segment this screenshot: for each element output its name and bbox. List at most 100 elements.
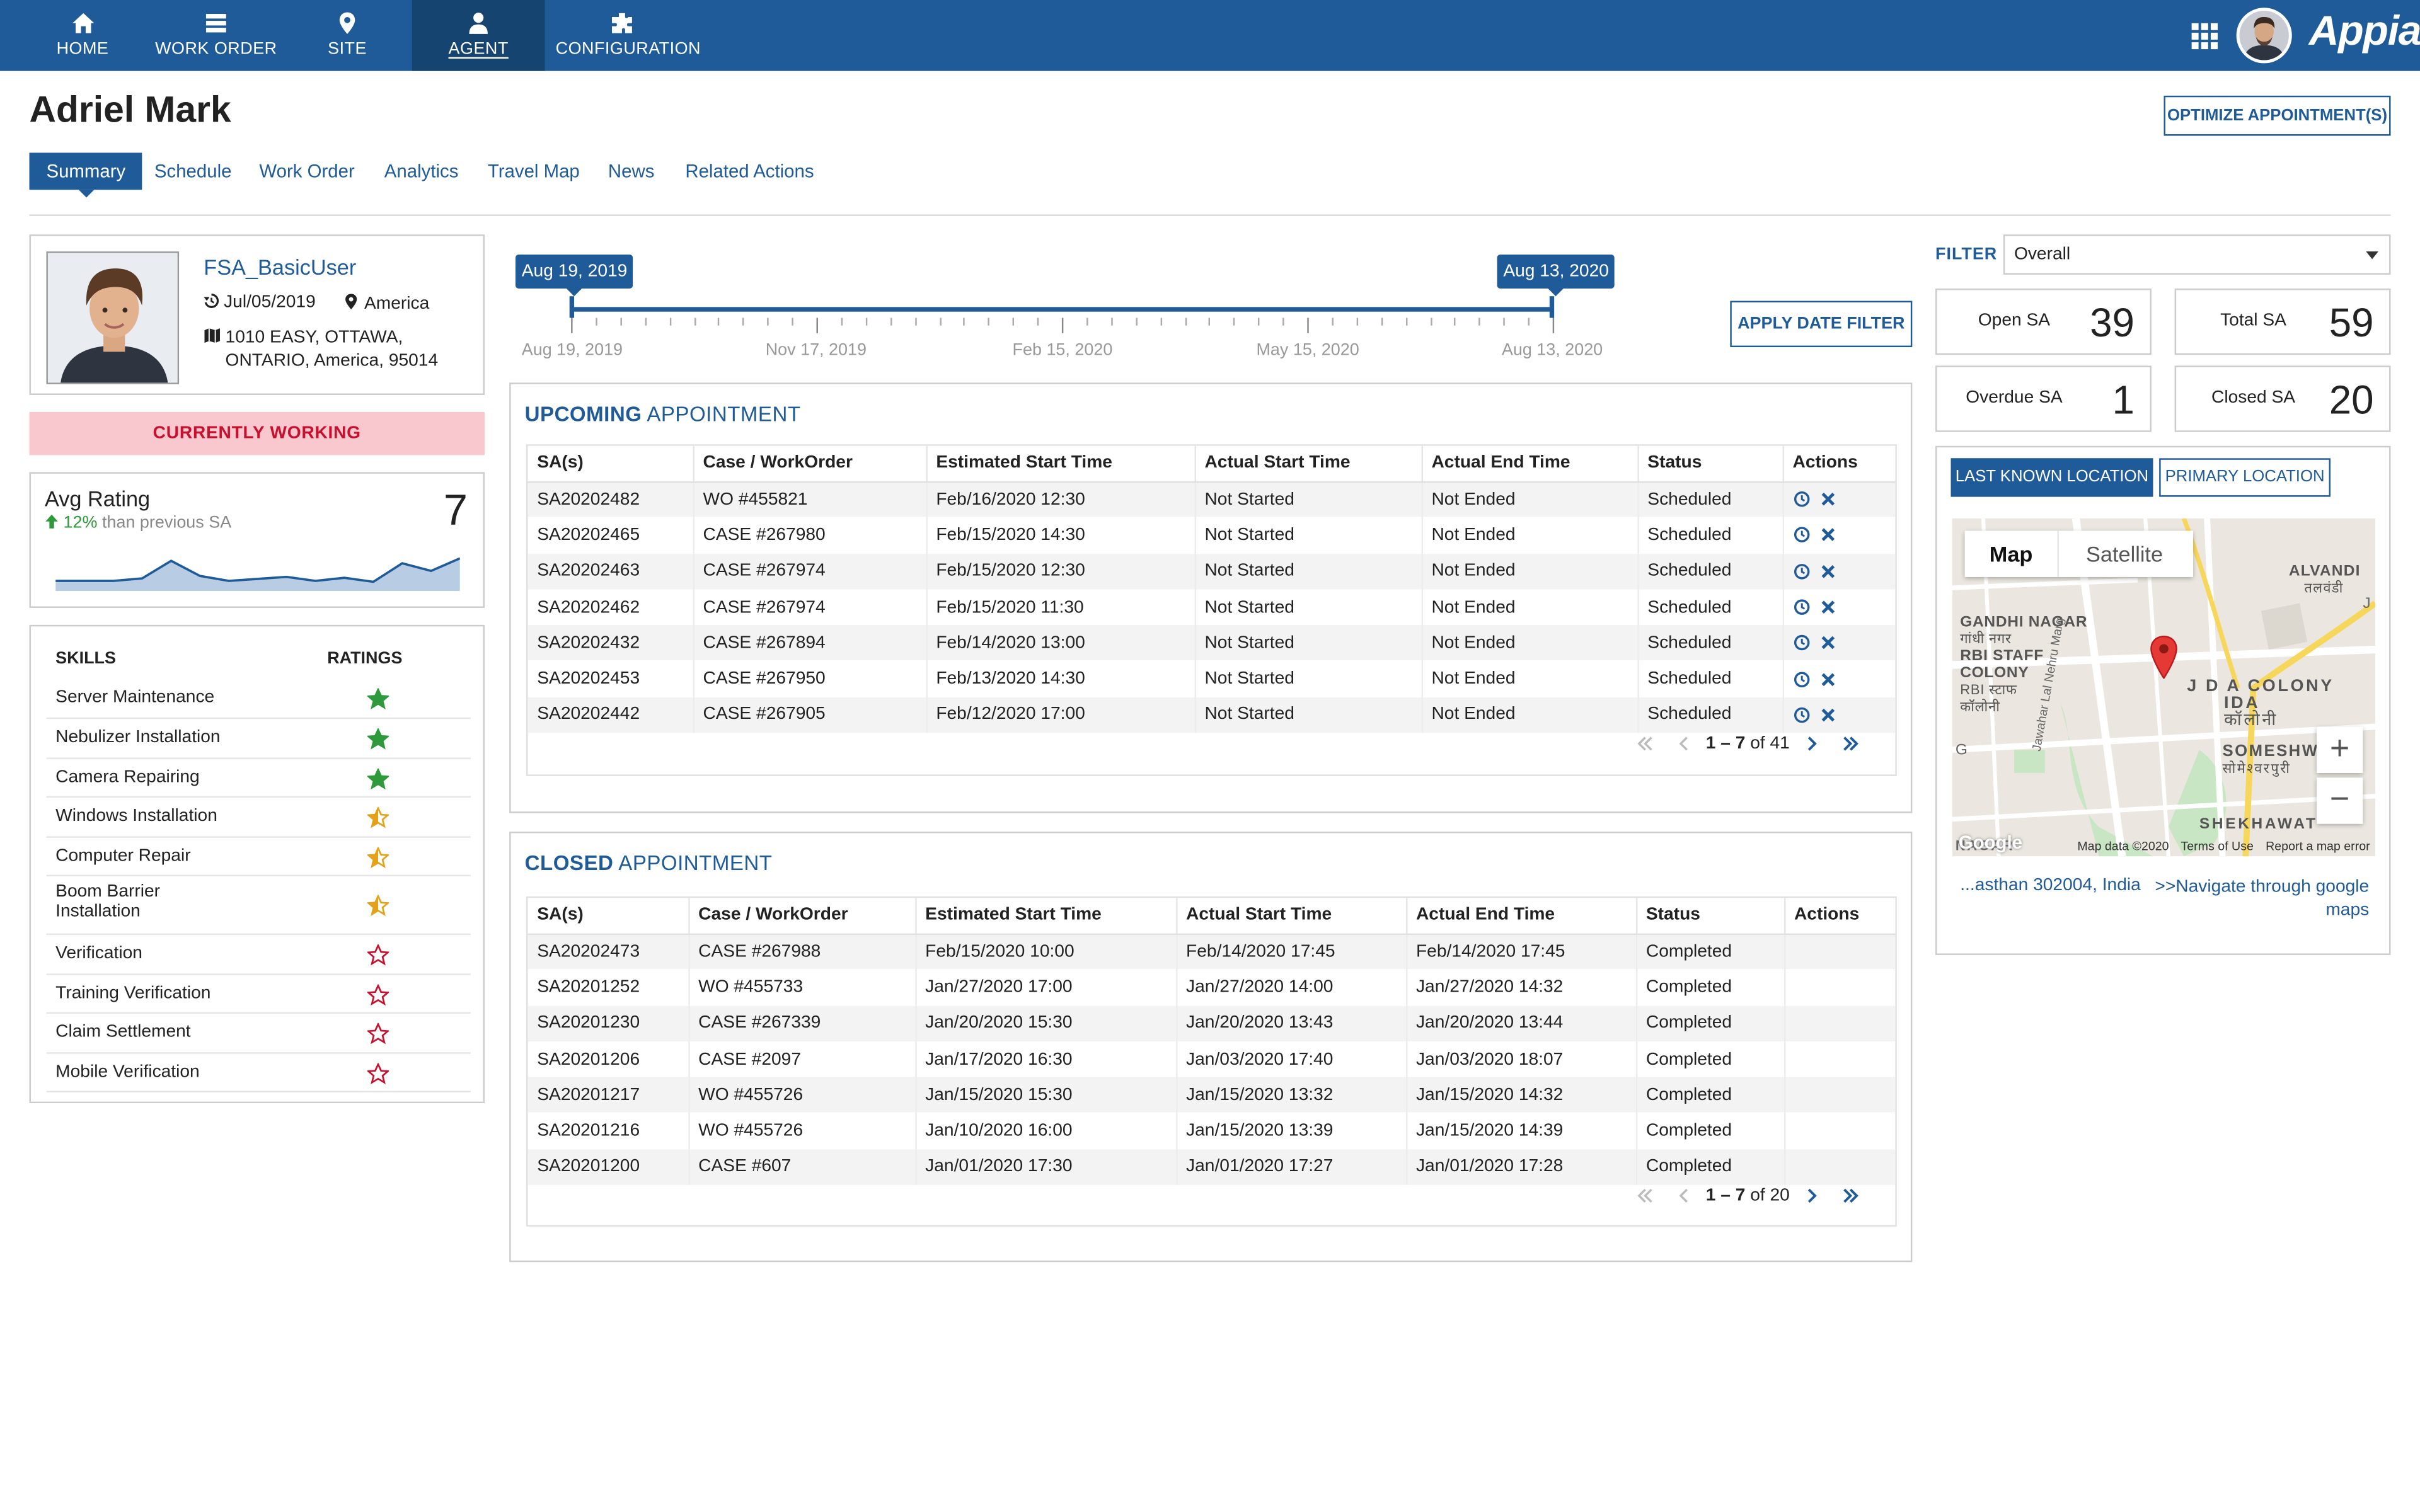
timeline-end-handle[interactable]	[1549, 296, 1555, 318]
map-report-link[interactable]: Report a map error	[2266, 839, 2370, 853]
next-page-icon[interactable]	[1802, 1186, 1821, 1205]
avg-rating-card: Avg Rating 12% than previous SA 7	[29, 472, 485, 608]
reschedule-icon[interactable]	[1793, 706, 1810, 723]
location-address-link[interactable]: ...asthan 302004, India	[1960, 876, 2141, 895]
reschedule-icon[interactable]	[1793, 563, 1810, 580]
profile-username-link[interactable]: FSA_BasicUser	[204, 255, 356, 279]
nav-site[interactable]: SITE	[309, 0, 386, 71]
table-cell: Not Ended	[1421, 697, 1639, 733]
table-row[interactable]: SA20201206 CASE #2097 Jan/17/2020 16:30 Jan…	[527, 1041, 1896, 1077]
zoom-out-button[interactable]: −	[2316, 777, 2363, 824]
optimize-appointments-button[interactable]: OPTIMIZE APPOINTMENT(S)	[2164, 95, 2391, 136]
table-row[interactable]: SA20202453 CASE #267950 Feb/13/2020 14:30 N…	[527, 661, 1896, 697]
reschedule-icon[interactable]	[1793, 491, 1810, 508]
zoom-in-button[interactable]: +	[2316, 726, 2363, 773]
next-page-icon[interactable]	[1802, 735, 1821, 753]
timeline-label-3: Feb 15, 2020	[1012, 341, 1113, 360]
filter-label: FILTER	[1935, 245, 1998, 264]
apps-grid-icon[interactable]	[2191, 23, 2218, 50]
filter-select[interactable]: Overall	[2003, 234, 2391, 275]
table-row[interactable]: SA20202465 CASE #267980 Feb/15/2020 14:30 N…	[527, 517, 1896, 554]
cancel-icon[interactable]	[1819, 491, 1836, 508]
table-cell: Not Ended	[1421, 661, 1639, 697]
cancel-icon[interactable]	[1819, 706, 1836, 723]
table-row[interactable]: SA20202463 CASE #267974 Feb/15/2020 12:30 N…	[527, 553, 1896, 590]
tab-travel-map[interactable]: Travel Map	[488, 152, 580, 190]
column-header: Actual End Time	[1421, 445, 1639, 483]
table-row[interactable]: SA20202432 CASE #267894 Feb/14/2020 13:00 N…	[527, 625, 1896, 662]
row-actions	[1782, 625, 1896, 662]
nav-configuration[interactable]: CONFIGURATION	[556, 0, 701, 71]
last-page-icon[interactable]	[1841, 1186, 1860, 1205]
table-row[interactable]: SA20201216 WO #455726 Jan/10/2020 16:00 Jan…	[527, 1113, 1896, 1149]
cancel-icon[interactable]	[1819, 598, 1836, 616]
timeline-start-handle[interactable]	[569, 296, 575, 318]
filter-selected-value: Overall	[2014, 245, 2071, 264]
table-cell: CASE #267974	[693, 589, 927, 626]
profile-region: America	[344, 293, 429, 313]
table-header-row: SA(s) Case / WorkOrder Estimated Start Tim…	[527, 445, 1896, 483]
table-cell: Feb/12/2020 17:00	[926, 697, 1196, 733]
table-cell: Feb/16/2020 12:30	[926, 481, 1196, 518]
table-cell: Scheduled	[1637, 481, 1783, 518]
tab-related-actions[interactable]: Related Actions	[685, 152, 814, 190]
first-page-icon[interactable]	[1636, 1186, 1654, 1205]
stat-value: 20	[2329, 376, 2374, 423]
timeline-tick	[1160, 318, 1162, 326]
primary-location-button[interactable]: PRIMARY LOCATION	[2159, 458, 2331, 497]
top-nav: HOME WORK ORDER SITE AGENT CONFIGURATION	[0, 0, 2420, 71]
location-map[interactable]: GANDHI NAGAR गांधी नगर RBI STAFF COLONY …	[1952, 518, 2376, 857]
table-row[interactable]: SA20202442 CASE #267905 Feb/12/2020 17:00 N…	[527, 697, 1896, 733]
table-row[interactable]: SA20202462 CASE #267974 Feb/15/2020 11:30 N…	[527, 589, 1896, 626]
user-avatar[interactable]	[2236, 8, 2292, 64]
navigate-google-maps-link[interactable]: >>Navigate through google maps	[2138, 876, 2369, 922]
nav-work-order[interactable]: WORK ORDER	[154, 0, 278, 71]
prev-page-icon[interactable]	[1674, 735, 1693, 753]
last-page-icon[interactable]	[1841, 735, 1860, 753]
tab-schedule[interactable]: Schedule	[154, 152, 232, 190]
column-header: Actual Start Time	[1176, 898, 1407, 934]
table-row[interactable]: SA20201200 CASE #607 Jan/01/2020 17:30 Jan/…	[527, 1148, 1896, 1186]
cancel-icon[interactable]	[1819, 670, 1836, 687]
table-row[interactable]: SA20201252 WO #455733 Jan/27/2020 17:00 Jan…	[527, 969, 1896, 1005]
table-cell: Not Ended	[1421, 625, 1639, 662]
table-row[interactable]: SA20201217 WO #455726 Jan/15/2020 15:30 Jan…	[527, 1077, 1896, 1113]
table-cell: SA20202462	[527, 589, 694, 626]
map-type-toggle: Map Satellite	[1964, 530, 2194, 577]
nav-agent[interactable]: AGENT	[412, 0, 545, 71]
page-title: Adriel Mark	[29, 89, 231, 132]
tab-summary[interactable]: Summary	[29, 152, 143, 198]
apply-date-filter-button[interactable]: APPLY DATE FILTER	[1730, 301, 1913, 348]
column-header: Status	[1637, 445, 1783, 483]
reschedule-icon[interactable]	[1793, 670, 1810, 687]
timeline-tick	[841, 318, 843, 326]
cancel-icon[interactable]	[1819, 634, 1836, 651]
nav-home[interactable]: HOME	[31, 0, 134, 71]
reschedule-icon[interactable]	[1793, 527, 1810, 544]
location-marker-icon[interactable]	[2150, 635, 2177, 679]
reschedule-icon[interactable]	[1793, 598, 1810, 616]
tab-work-order[interactable]: Work Order	[259, 152, 354, 190]
table-cell: SA20201230	[527, 1005, 689, 1041]
reschedule-icon[interactable]	[1793, 634, 1810, 651]
table-row[interactable]: SA20202482 WO #455821 Feb/16/2020 12:30 Not…	[527, 481, 1896, 518]
table-row[interactable]: SA20202473 CASE #267988 Feb/15/2020 10:00 F…	[527, 933, 1896, 970]
last-known-location-button[interactable]: LAST KNOWN LOCATION	[1950, 458, 2153, 497]
first-page-icon[interactable]	[1636, 735, 1654, 753]
map-pin-icon	[345, 294, 357, 310]
tab-news[interactable]: News	[608, 152, 655, 190]
sparkline-area	[55, 558, 460, 591]
table-cell: Jan/01/2020 17:30	[915, 1148, 1177, 1186]
prev-page-icon[interactable]	[1674, 1186, 1693, 1205]
table-row[interactable]: SA20201230 CASE #267339 Jan/20/2020 15:30 J…	[527, 1005, 1896, 1041]
cancel-icon[interactable]	[1819, 527, 1836, 544]
map-terms-link[interactable]: Terms of Use	[2181, 839, 2253, 853]
timeline-tick	[1332, 318, 1334, 326]
timeline-tick	[1282, 318, 1284, 326]
map-tab-map[interactable]: Map	[1965, 530, 2058, 576]
closed-appointment-table: SA(s) Case / WorkOrder Estimated Start Tim…	[526, 896, 1897, 1227]
column-header: Estimated Start Time	[926, 445, 1196, 483]
cancel-icon[interactable]	[1819, 563, 1836, 580]
map-tab-satellite[interactable]: Satellite	[2057, 530, 2191, 577]
tab-analytics[interactable]: Analytics	[384, 152, 459, 190]
